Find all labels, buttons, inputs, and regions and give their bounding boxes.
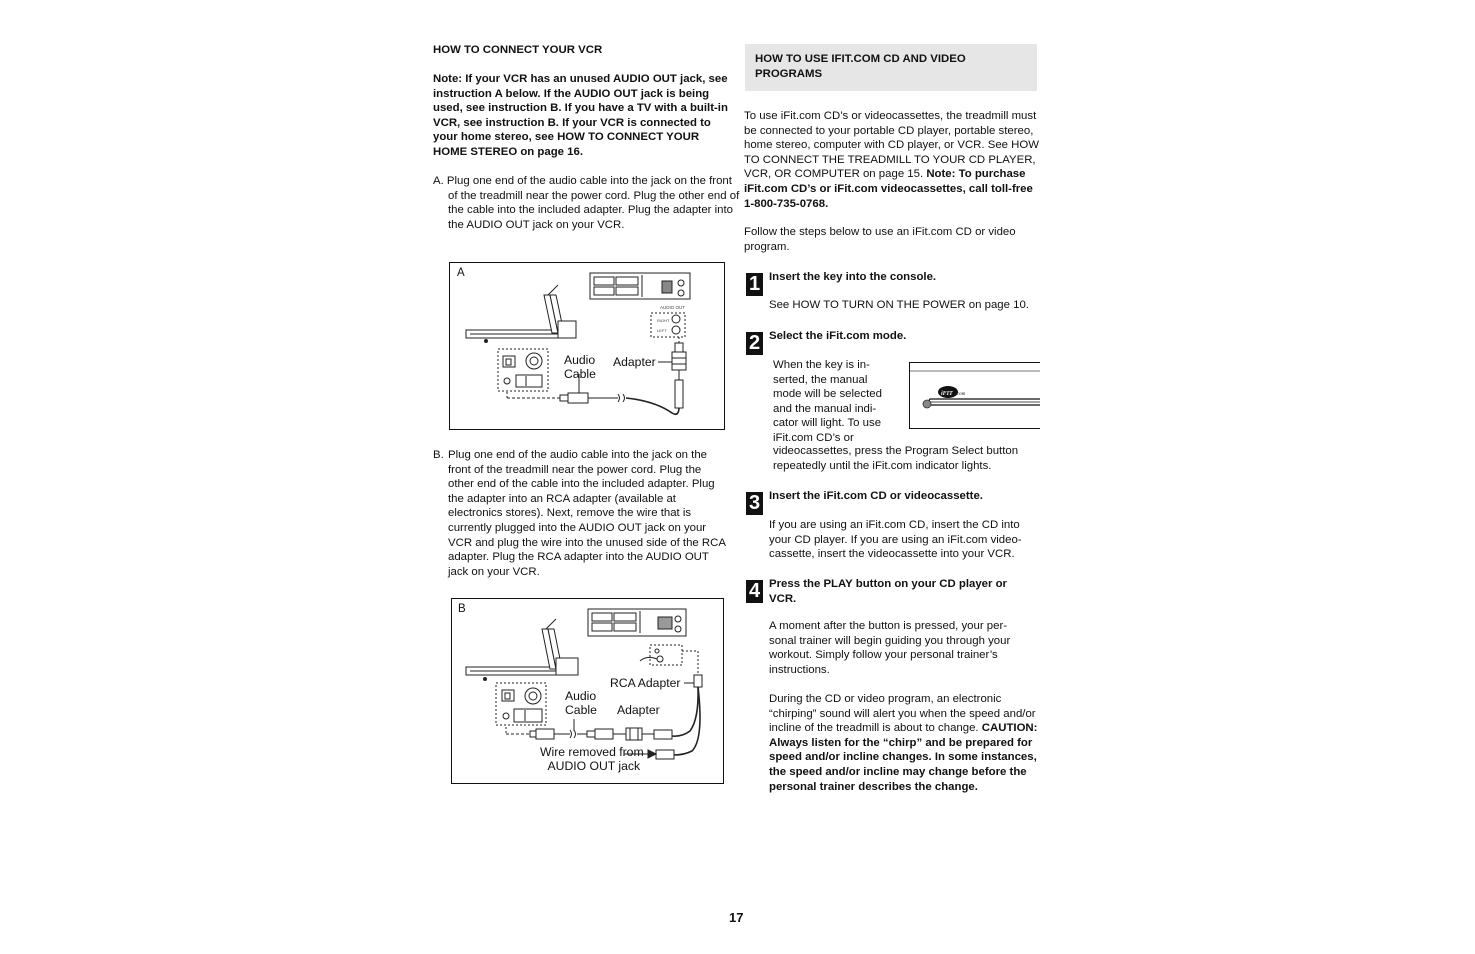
step-2-title: Select the iFit.com mode. [769, 330, 907, 342]
step-2-body: When the key is in-serted, the manual mo… [773, 359, 882, 444]
step-1-body: See HOW TO TURN ON THE POWER on page 10. [769, 299, 1029, 311]
step-1-number: 1 [746, 273, 763, 296]
console-illustration: iFIT com [909, 362, 1040, 429]
audio-out-jacks: AUDIO OUT RIGHT LEFT [650, 305, 686, 343]
treadmill-jack-panel [495, 682, 547, 735]
treadmill-icon [465, 618, 579, 681]
follow-steps-text: Follow the steps below to use an iFit.co… [744, 226, 1016, 253]
figure-b-diagram: B RCA Adapter Audio Cable Adapter Wire r… [451, 598, 724, 784]
step-2-number: 2 [746, 332, 763, 355]
adapter-callout: Adapter [617, 703, 660, 717]
vcr-icon [589, 272, 691, 300]
rca-adapter-callout: RCA Adapter [610, 676, 681, 690]
instruction-a: A. Plug one end of the audio cable into … [433, 175, 740, 231]
step-4-body: A moment after the button is pressed, yo… [769, 620, 1011, 676]
section-heading-box: HOW TO USE IFIT.COM CD AND VIDEO PROGRAM… [745, 44, 1037, 91]
step-4-number: 4 [746, 580, 763, 603]
figure-a-illustration: AUDIO OUT RIGHT LEFT [465, 272, 691, 416]
step-4-chirp-paragraph: During the CD or video program, an elect… [769, 693, 1038, 793]
vcr-note: Note: If your VCR has an unused AUDIO OU… [433, 73, 728, 158]
step-1-title: Insert the key into the console. [769, 271, 937, 283]
adapter-callout: Adapter [613, 355, 656, 369]
treadmill-icon [465, 284, 577, 343]
figure-a-diagram: A AUDIO OUT RIGHT LEFT Audio Cable Adapt… [449, 262, 725, 430]
step-4-title: Press the PLAY button on your CD player … [769, 578, 1007, 605]
svg-text:iFIT: iFIT [941, 391, 953, 397]
step-2-body-continued: videocassettes, press the Program Select… [773, 445, 1019, 472]
audio-out-jacks [639, 644, 699, 675]
intro-paragraph: To use iFit.com CD’s or videocassettes, … [744, 110, 1039, 210]
section-heading-ifit: HOW TO USE IFIT.COM CD AND VIDEO PROGRAM… [755, 53, 966, 80]
svg-text:com: com [957, 392, 966, 397]
instruction-b: Plug one end of the audio cable into the… [448, 449, 726, 578]
section-heading-connect-vcr: HOW TO CONNECT YOUR VCR [433, 44, 603, 56]
svg-text:RIGHT: RIGHT [657, 318, 670, 323]
audio-cable-callout: Audio Cable [564, 353, 596, 381]
adapter-icon [658, 342, 687, 409]
step-3-body: If you are using an iFit.com CD, insert … [769, 519, 1022, 561]
treadmill-jack-panel [497, 348, 560, 399]
svg-text:LEFT: LEFT [657, 328, 667, 333]
instruction-b-marker: B. [433, 449, 444, 461]
page-number: 17 [729, 910, 744, 925]
console-svg: iFIT com [910, 370, 1040, 409]
step-3-title: Insert the iFit.com CD or videocassette. [769, 490, 983, 502]
ifit-indicator-light [922, 399, 932, 409]
audio-cable-callout: Audio Cable [565, 689, 597, 717]
wire-removed-callout: Wire removed from AUDIO OUT jack [540, 745, 644, 773]
step-3-number: 3 [746, 492, 763, 515]
adapter-icon [613, 727, 654, 741]
audio-out-label: AUDIO OUT [660, 305, 685, 310]
vcr-icon [587, 608, 687, 637]
